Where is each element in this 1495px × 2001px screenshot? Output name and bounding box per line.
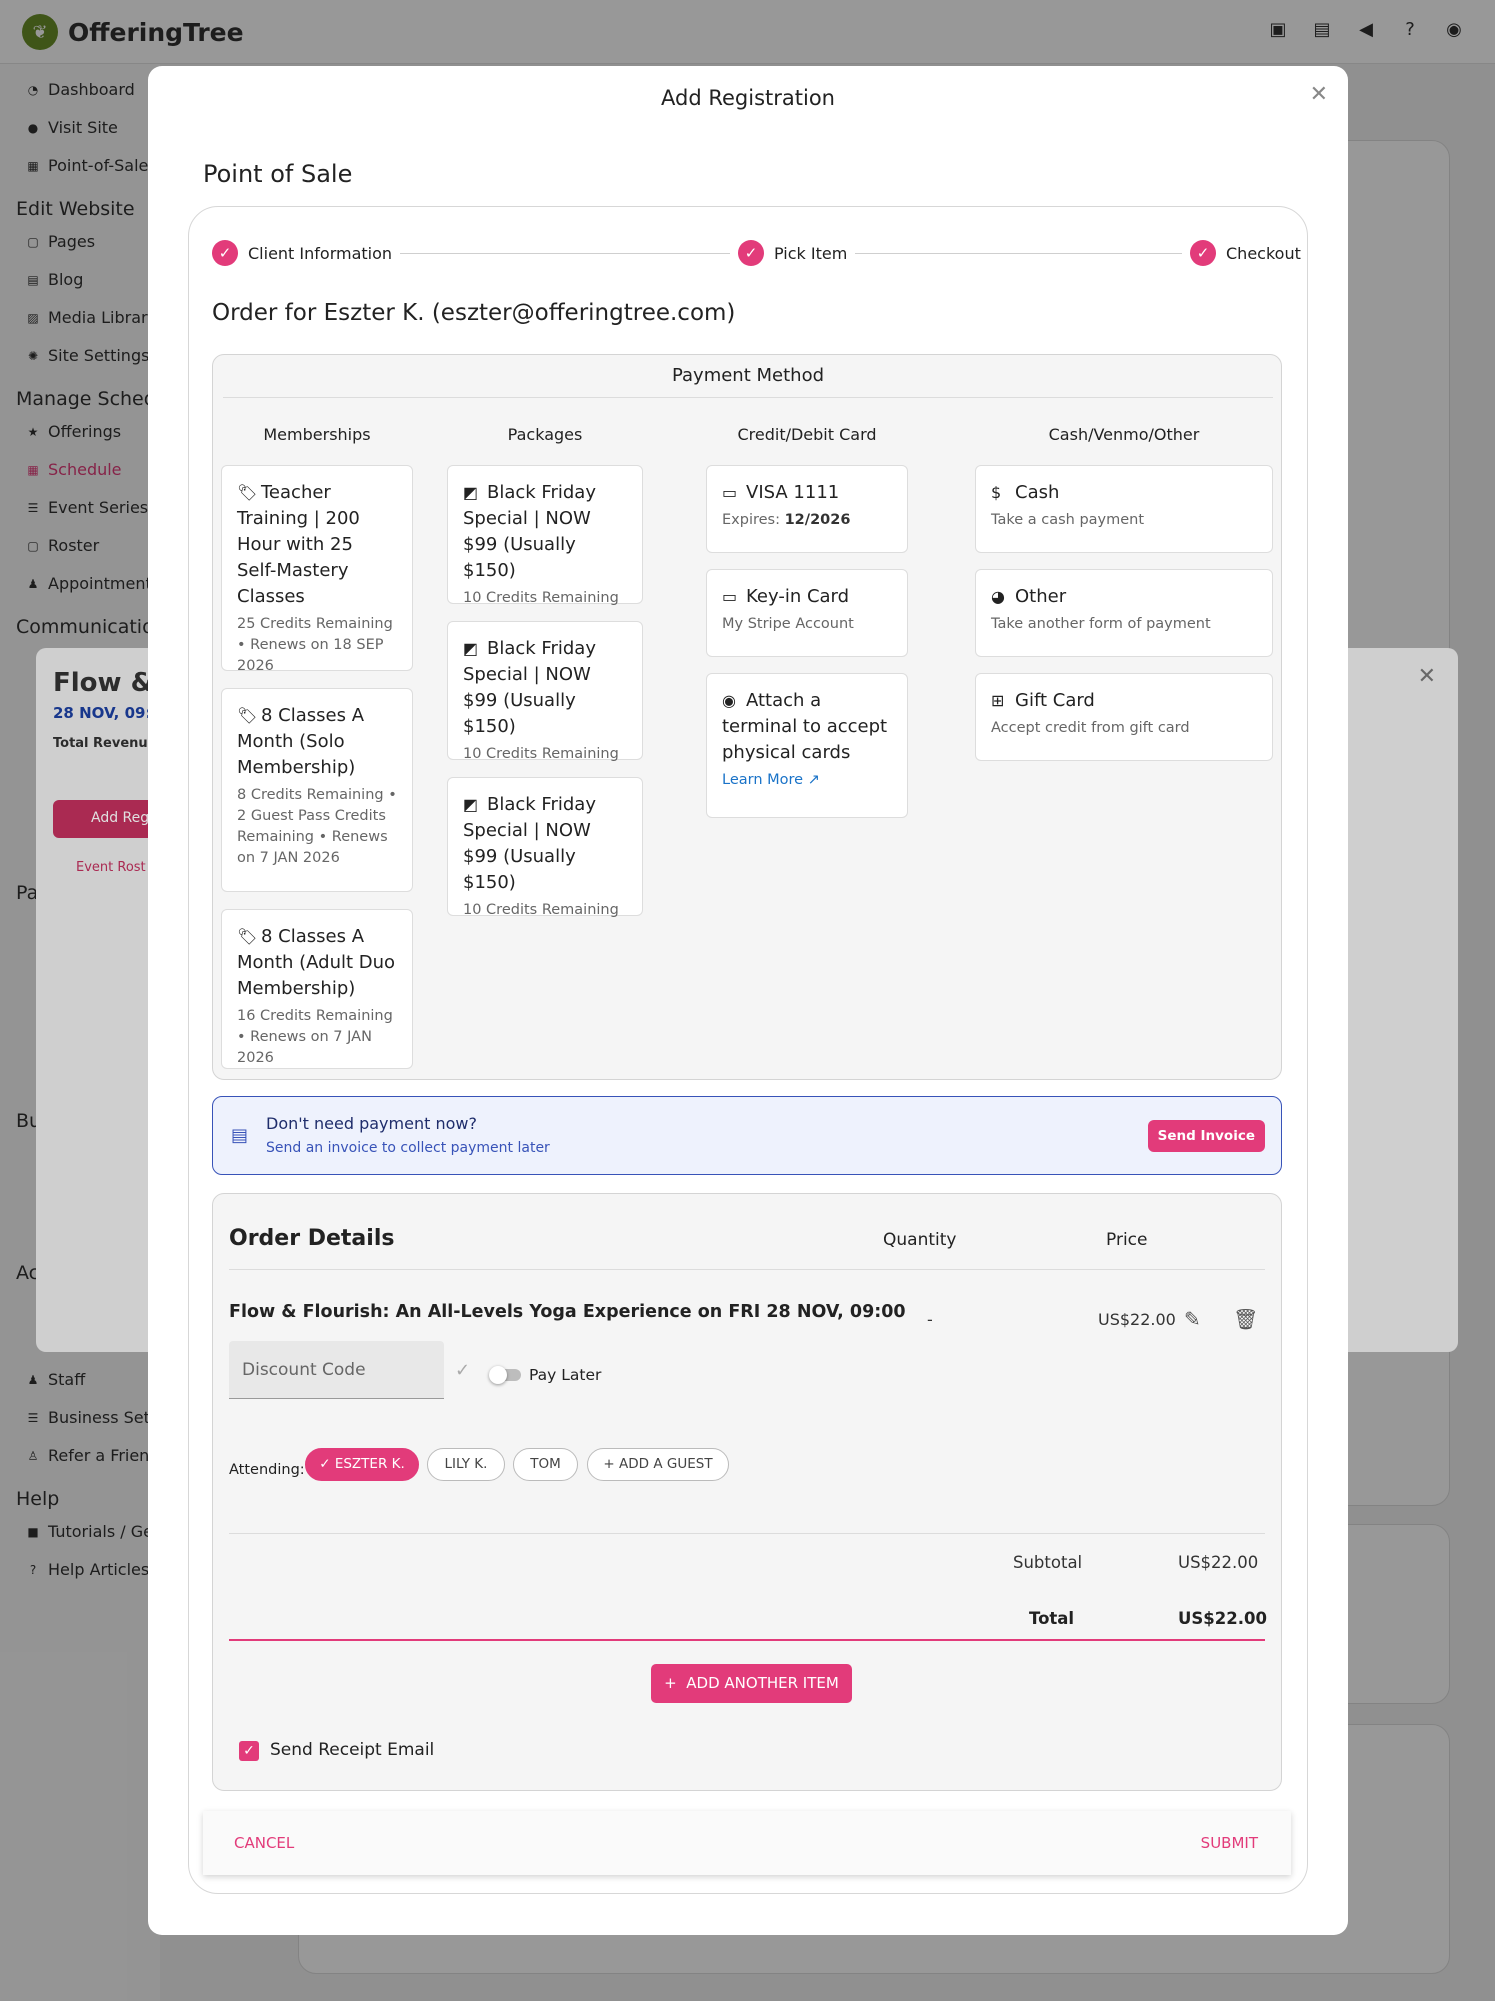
subtotal-label: Subtotal xyxy=(1013,1553,1083,1572)
divider xyxy=(229,1269,1265,1270)
attendee-chip[interactable]: ✓ ESZTER K. xyxy=(305,1448,419,1481)
invoice-title: Don't need payment now? xyxy=(266,1114,477,1133)
stepper: ✓ Client Information ✓ Pick Item ✓ Check… xyxy=(212,240,1301,266)
card-option-key-in[interactable]: ▭ Key-in Card My Stripe Account xyxy=(706,569,908,657)
pay-later-label: Pay Later xyxy=(529,1366,602,1384)
action-bar: CANCEL SUBMIT xyxy=(203,1811,1291,1875)
column-other: Cash/Venmo/Other xyxy=(1048,425,1200,444)
step-divider xyxy=(852,253,1202,254)
divider xyxy=(223,397,1273,398)
apply-discount-check-icon[interactable]: ✓ xyxy=(455,1360,470,1381)
add-another-item-button[interactable]: + ADD ANOTHER ITEM xyxy=(651,1664,852,1703)
order-for-heading: Order for Eszter K. (eszter@offeringtree… xyxy=(212,300,736,326)
payment-method-panel: Payment Method Memberships Packages Cred… xyxy=(212,354,1282,1080)
column-cards: Credit/Debit Card xyxy=(737,425,877,444)
pay-later-toggle[interactable] xyxy=(489,1366,521,1384)
payment-method-title: Payment Method xyxy=(671,365,825,386)
attendee-chip[interactable]: TOM xyxy=(513,1448,578,1481)
add-guest-button[interactable]: + ADD A GUEST xyxy=(587,1448,729,1481)
invoice-subtitle: Send an invoice to collect payment later xyxy=(266,1140,550,1156)
step-client-information[interactable]: ✓ Client Information xyxy=(212,240,401,266)
order-details-panel: Order Details Quantity Price Flow & Flou… xyxy=(212,1193,1282,1791)
dollar-icon: $ xyxy=(991,483,1002,502)
payment-option-cash[interactable]: $ Cash Take a cash payment xyxy=(975,465,1273,553)
close-icon[interactable]: ✕ xyxy=(1310,82,1328,107)
quantity-column-header: Quantity xyxy=(883,1230,957,1250)
ticket-icon: ◩ xyxy=(463,483,479,502)
trash-icon[interactable]: 🗑︎ xyxy=(1233,1307,1258,1331)
plus-icon: + xyxy=(603,1456,615,1472)
point-of-sale-card: ✓ Client Information ✓ Pick Item ✓ Check… xyxy=(188,206,1308,1894)
add-registration-modal: Add Registration ✕ Point of Sale ✓ Clien… xyxy=(148,66,1348,1935)
package-option[interactable]: ◩ Black Friday Special | NOW $99 (Usually… xyxy=(447,465,643,606)
cancel-button[interactable]: CANCEL xyxy=(234,1834,294,1852)
document-icon: ▤ xyxy=(231,1125,249,1146)
membership-option[interactable]: 🏷︎ 8 Classes A Month (Solo Membership) 8 … xyxy=(221,688,413,892)
total-value: US$22.00 xyxy=(1178,1609,1267,1628)
divider xyxy=(229,1533,1265,1534)
check-circle-icon: ✓ xyxy=(212,240,238,266)
tag-icon: 🏷︎ xyxy=(237,706,258,725)
ticket-icon: ◩ xyxy=(463,639,479,658)
membership-option[interactable]: 🏷︎ Teacher Training | 200 Hour with 25 Se… xyxy=(221,465,413,674)
tag-icon: 🏷︎ xyxy=(237,927,258,946)
edit-icon[interactable]: ✎ xyxy=(1184,1307,1201,1331)
send-receipt-checkbox[interactable]: ✓ xyxy=(239,1741,259,1761)
check-circle-icon: ✓ xyxy=(1190,240,1216,266)
price-column-header: Price xyxy=(1106,1230,1148,1250)
ticket-icon: ◩ xyxy=(463,795,479,814)
order-item-name: Flow & Flourish: An All-Levels Yoga Expe… xyxy=(229,1302,906,1322)
payment-option-other[interactable]: ◕ Other Take another form of payment xyxy=(975,569,1273,657)
order-item-quantity: - xyxy=(927,1310,933,1329)
step-pick-item[interactable]: ✓ Pick Item xyxy=(730,240,856,266)
payment-option-gift-card[interactable]: ⊞ Gift Card Accept credit from gift card xyxy=(975,673,1273,761)
order-item-price: US$22.00 xyxy=(1098,1310,1176,1329)
step-checkout[interactable]: ✓ Checkout xyxy=(1182,240,1301,266)
credit-card-icon: ▭ xyxy=(722,483,738,502)
modal-title: Add Registration xyxy=(661,86,835,110)
learn-more-link[interactable]: Learn More ↗ xyxy=(722,772,892,788)
send-invoice-button[interactable]: Send Invoice xyxy=(1147,1120,1265,1152)
package-option[interactable]: ◩ Black Friday Special | NOW $99 (Usually… xyxy=(447,621,643,762)
contactless-icon: ◉ xyxy=(722,691,736,710)
attending-label: Attending: xyxy=(229,1462,305,1478)
membership-option[interactable]: 🏷︎ 8 Classes A Month (Adult Duo Membershi… xyxy=(221,909,413,1069)
discount-code-field[interactable]: Discount Code xyxy=(229,1341,444,1399)
check-icon: ✓ xyxy=(319,1456,331,1472)
toggle-knob xyxy=(489,1366,507,1384)
section-title: Point of Sale xyxy=(203,160,353,188)
send-receipt-label: Send Receipt Email xyxy=(270,1740,435,1760)
total-underline xyxy=(229,1639,1265,1641)
card-option-visa[interactable]: ▭ VISA 1111 Expires: 12/2026 xyxy=(706,465,908,553)
attendee-chip[interactable]: LILY K. xyxy=(427,1448,505,1481)
column-memberships: Memberships xyxy=(263,425,371,444)
submit-button[interactable]: SUBMIT xyxy=(1201,1834,1258,1852)
plus-icon: + xyxy=(664,1674,677,1692)
subtotal-value: US$22.00 xyxy=(1178,1553,1259,1572)
external-link-icon: ↗ xyxy=(807,772,820,788)
piggy-bank-icon: ◕ xyxy=(991,587,1005,606)
package-option[interactable]: ◩ Black Friday Special | NOW $99 (Usually… xyxy=(447,777,643,918)
gift-card-icon: ⊞ xyxy=(991,691,1005,710)
column-packages: Packages xyxy=(507,425,583,444)
tag-icon: 🏷︎ xyxy=(237,483,258,502)
total-label: Total xyxy=(1029,1609,1075,1628)
invoice-banner: ▤ Don't need payment now? Send an invoic… xyxy=(212,1096,1282,1175)
check-circle-icon: ✓ xyxy=(738,240,764,266)
card-option-terminal[interactable]: ◉ Attach a terminal to accept physical ca… xyxy=(706,673,908,818)
order-details-heading: Order Details xyxy=(229,1226,395,1251)
credit-card-icon: ▭ xyxy=(722,587,738,606)
